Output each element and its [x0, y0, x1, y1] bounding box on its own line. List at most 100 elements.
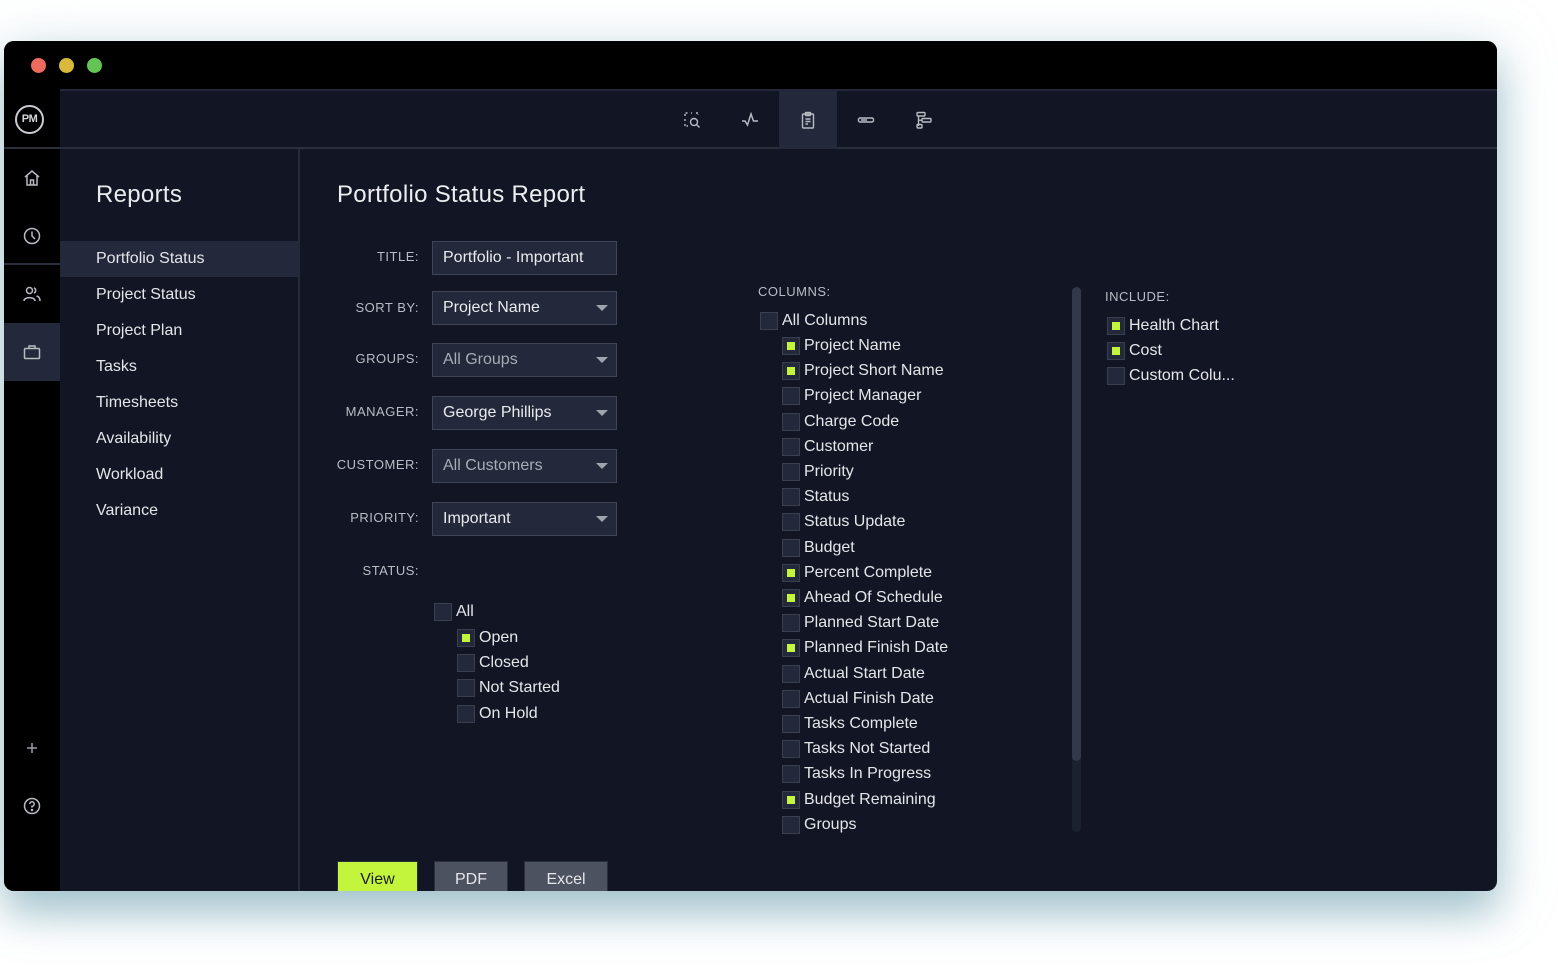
column-checkbox[interactable]: Planned Start Date [782, 612, 939, 634]
customer-label: CUSTOMER: [336, 457, 419, 472]
checkbox[interactable] [782, 689, 800, 708]
checkbox-label: Tasks Complete [804, 715, 918, 732]
sidebar-item-tasks[interactable]: Tasks [60, 349, 300, 385]
tool-timeline[interactable] [837, 91, 895, 149]
column-checkbox[interactable]: Ahead Of Schedule [782, 587, 943, 609]
column-checkbox[interactable]: Charge Code [782, 411, 899, 433]
tool-reports[interactable] [779, 91, 837, 149]
checkbox[interactable] [782, 437, 800, 456]
excel-button[interactable]: Excel [524, 861, 608, 891]
checkbox[interactable] [782, 740, 800, 759]
checkbox[interactable] [760, 312, 778, 330]
checkbox[interactable] [782, 765, 800, 784]
status-option-checkbox[interactable]: Closed [457, 652, 529, 674]
column-checkbox[interactable]: Tasks Not Started [782, 738, 930, 760]
columns-scrollbar-thumb[interactable] [1072, 287, 1081, 762]
column-checkbox[interactable]: Actual Finish Date [782, 688, 934, 710]
checkbox[interactable] [782, 563, 800, 582]
checkbox[interactable] [782, 715, 800, 733]
checkbox[interactable] [457, 679, 475, 698]
sidebar-item-portfolio-status[interactable]: Portfolio Status [60, 241, 300, 277]
column-checkbox[interactable]: Status Update [782, 511, 905, 533]
checkbox[interactable] [782, 387, 800, 406]
column-checkbox[interactable]: Status [782, 486, 849, 508]
app-logo[interactable]: PM [15, 105, 44, 134]
tool-gantt[interactable] [895, 91, 953, 149]
sort-by-select[interactable]: Project Name [432, 291, 617, 325]
checkbox[interactable] [782, 463, 800, 481]
status-option-checkbox[interactable]: Not Started [457, 677, 560, 699]
sidebar-item-project-status[interactable]: Project Status [60, 277, 300, 313]
status-option-checkbox[interactable]: On Hold [457, 703, 538, 725]
view-button[interactable]: View [337, 861, 418, 891]
rail-team-button[interactable] [4, 265, 60, 323]
checkbox-label: Actual Start Date [804, 664, 925, 682]
checkbox[interactable] [457, 704, 475, 723]
checkbox[interactable] [457, 654, 475, 673]
minimize-window-button[interactable] [59, 58, 74, 73]
checkbox[interactable] [782, 815, 800, 834]
column-checkbox[interactable]: Actual Start Date [782, 663, 925, 685]
rail-home-button[interactable] [4, 149, 60, 207]
checkbox-label: Priority [804, 463, 854, 480]
all-columns-checkbox[interactable]: All Columns [760, 310, 867, 332]
checkbox[interactable] [1107, 367, 1125, 386]
people-icon [23, 286, 41, 302]
column-checkbox[interactable]: Percent Complete [782, 562, 932, 584]
checkbox[interactable] [434, 603, 452, 621]
sidebar-item-availability[interactable]: Availability [60, 421, 300, 457]
maximize-window-button[interactable] [87, 58, 102, 73]
checkbox[interactable] [782, 412, 800, 431]
column-checkbox[interactable]: Priority [782, 461, 854, 483]
sidebar-item-project-plan[interactable]: Project Plan [60, 313, 300, 349]
checkbox[interactable] [457, 629, 475, 647]
checkbox[interactable] [782, 790, 800, 809]
column-checkbox[interactable]: Tasks Complete [782, 713, 918, 735]
status-option-checkbox[interactable]: Open [457, 627, 518, 649]
status-all-checkbox[interactable]: All [434, 601, 474, 623]
include-checkbox[interactable]: Health Chart [1107, 315, 1219, 337]
checkbox[interactable] [782, 639, 800, 658]
priority-select[interactable]: Important [432, 502, 617, 536]
checkbox[interactable] [1107, 317, 1125, 335]
manager-value: George Phillips [443, 404, 552, 421]
sidebar-item-variance[interactable]: Variance [60, 493, 300, 529]
checkbox[interactable] [782, 538, 800, 557]
checkbox[interactable] [782, 664, 800, 683]
column-checkbox[interactable]: Project Manager [782, 385, 921, 407]
column-checkbox[interactable]: Budget Remaining [782, 789, 936, 811]
sidebar-item-workload[interactable]: Workload [60, 457, 300, 493]
column-checkbox[interactable]: Planned Finish Date [782, 637, 948, 659]
column-checkbox[interactable]: Project Name [782, 335, 901, 357]
manager-select[interactable]: George Phillips [432, 396, 617, 430]
checkbox[interactable] [782, 614, 800, 633]
pdf-button[interactable]: PDF [434, 861, 508, 891]
checkbox[interactable] [782, 337, 800, 355]
rail-help-button[interactable] [4, 777, 60, 835]
customer-select[interactable]: All Customers [432, 449, 617, 483]
column-checkbox[interactable]: Project Short Name [782, 360, 944, 382]
checkbox[interactable] [782, 362, 800, 381]
checkbox[interactable] [1107, 342, 1125, 361]
columns-scrollbar[interactable] [1072, 287, 1081, 832]
sidebar-item-timesheets[interactable]: Timesheets [60, 385, 300, 421]
column-checkbox[interactable]: Groups [782, 814, 856, 836]
column-checkbox[interactable]: Tasks In Progress [782, 763, 931, 785]
include-checkbox[interactable]: Custom Colu... [1107, 365, 1235, 387]
close-window-button[interactable] [31, 58, 46, 73]
checkbox[interactable] [782, 589, 800, 607]
column-checkbox[interactable]: Customer [782, 436, 873, 458]
sidebar-title: Reports [96, 181, 183, 208]
title-input[interactable]: Portfolio - Important [432, 241, 617, 275]
tool-dashboard[interactable] [721, 91, 779, 149]
checkbox[interactable] [782, 488, 800, 507]
rail-time-button[interactable] [4, 207, 60, 265]
gantt-icon [916, 111, 932, 129]
groups-select[interactable]: All Groups [432, 343, 617, 377]
checkbox[interactable] [782, 513, 800, 532]
rail-add-button[interactable] [4, 719, 60, 777]
rail-portfolio-button[interactable] [4, 323, 60, 381]
column-checkbox[interactable]: Budget [782, 537, 855, 559]
tool-search-view[interactable] [663, 91, 721, 149]
include-checkbox[interactable]: Cost [1107, 340, 1162, 362]
